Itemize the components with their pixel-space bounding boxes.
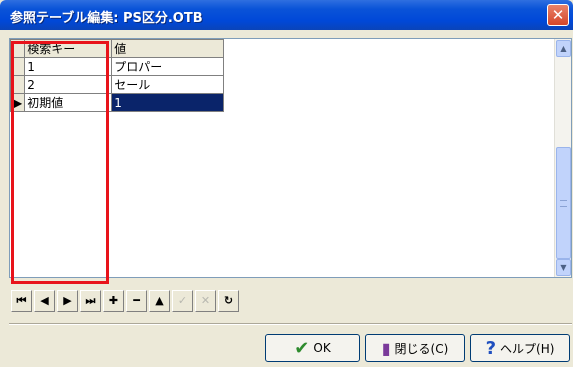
row-indicator[interactable] bbox=[9, 57, 26, 76]
key-cell[interactable]: 初期値 bbox=[24, 93, 113, 112]
scroll-thumb[interactable] bbox=[556, 147, 571, 259]
scroll-down-button[interactable]: ▼ bbox=[556, 259, 571, 276]
nav-post-button[interactable]: ✓ bbox=[172, 290, 193, 312]
table-row[interactable]: 2 セール bbox=[9, 75, 225, 94]
close-label: 閉じる(C) bbox=[394, 341, 449, 356]
door-icon: ▮ bbox=[381, 338, 391, 358]
grip-icon bbox=[560, 200, 567, 207]
first-record-icon: ⏮ bbox=[16, 294, 27, 307]
table-row-current[interactable]: ▶ 初期値 1 bbox=[9, 93, 225, 112]
data-grid[interactable]: 検索キー 値 1 プロパー 2 セール ▶ 初期値 1 ▲ ▼ bbox=[9, 38, 572, 278]
row-indicator[interactable] bbox=[9, 75, 26, 94]
key-cell[interactable]: 1 bbox=[24, 57, 113, 76]
nav-last-button[interactable]: ⏭ bbox=[80, 290, 101, 312]
help-label: ヘルプ(H) bbox=[500, 341, 555, 356]
nav-insert-button[interactable]: ✚ bbox=[103, 290, 124, 312]
current-row-indicator[interactable]: ▶ bbox=[9, 93, 26, 112]
help-icon: ? bbox=[485, 337, 497, 359]
value-cell[interactable]: セール bbox=[111, 75, 225, 94]
post-check-icon: ✓ bbox=[177, 294, 188, 307]
grid-table: 検索キー 値 1 プロパー 2 セール ▶ 初期値 1 bbox=[9, 39, 225, 112]
db-navigator: ⏮ ◀ ▶ ⏭ ✚ ━ ▲ ✓ ✕ ↻ bbox=[11, 290, 241, 314]
close-button[interactable]: ▮ 閉じる(C) bbox=[365, 334, 465, 362]
close-icon: ✕ bbox=[551, 6, 565, 24]
check-icon: ✔ bbox=[294, 337, 310, 359]
nav-prior-button[interactable]: ◀ bbox=[34, 290, 55, 312]
nav-first-button[interactable]: ⏮ bbox=[11, 290, 32, 312]
vertical-scrollbar[interactable]: ▲ ▼ bbox=[554, 39, 571, 277]
minus-icon: ━ bbox=[133, 294, 140, 307]
ok-button[interactable]: ✔ OK bbox=[265, 334, 360, 362]
key-cell[interactable]: 2 bbox=[24, 75, 113, 94]
next-record-icon: ▶ bbox=[63, 294, 72, 307]
window-title: 参照テーブル編集: PS区分.OTB bbox=[10, 11, 203, 26]
column-header-value[interactable]: 値 bbox=[111, 39, 225, 58]
plus-icon: ✚ bbox=[108, 294, 119, 307]
indicator-header bbox=[9, 39, 26, 58]
nav-cancel-button[interactable]: ✕ bbox=[195, 290, 216, 312]
table-row[interactable]: 1 プロパー bbox=[9, 57, 225, 76]
nav-edit-button[interactable]: ▲ bbox=[149, 290, 170, 312]
chevron-down-icon: ▼ bbox=[560, 263, 567, 272]
chevron-up-icon: ▲ bbox=[560, 44, 567, 53]
value-cell-selected[interactable]: 1 bbox=[111, 93, 225, 112]
cancel-x-icon: ✕ bbox=[200, 294, 211, 307]
title-bar: 参照テーブル編集: PS区分.OTB ✕ bbox=[0, 0, 573, 30]
column-header-key[interactable]: 検索キー bbox=[24, 39, 113, 58]
refresh-icon: ↻ bbox=[223, 294, 234, 307]
help-button[interactable]: ? ヘルプ(H) bbox=[470, 334, 570, 362]
close-window-button[interactable]: ✕ bbox=[547, 4, 569, 26]
divider bbox=[9, 323, 572, 325]
nav-next-button[interactable]: ▶ bbox=[57, 290, 78, 312]
prior-record-icon: ◀ bbox=[40, 294, 49, 307]
header-row: 検索キー 値 bbox=[9, 39, 225, 58]
ok-label: OK bbox=[313, 341, 331, 355]
nav-delete-button[interactable]: ━ bbox=[126, 290, 147, 312]
edit-icon: ▲ bbox=[155, 294, 164, 307]
value-cell[interactable]: プロパー bbox=[111, 57, 225, 76]
scroll-up-button[interactable]: ▲ bbox=[556, 40, 571, 57]
nav-refresh-button[interactable]: ↻ bbox=[218, 290, 239, 312]
last-record-icon: ⏭ bbox=[85, 294, 96, 307]
